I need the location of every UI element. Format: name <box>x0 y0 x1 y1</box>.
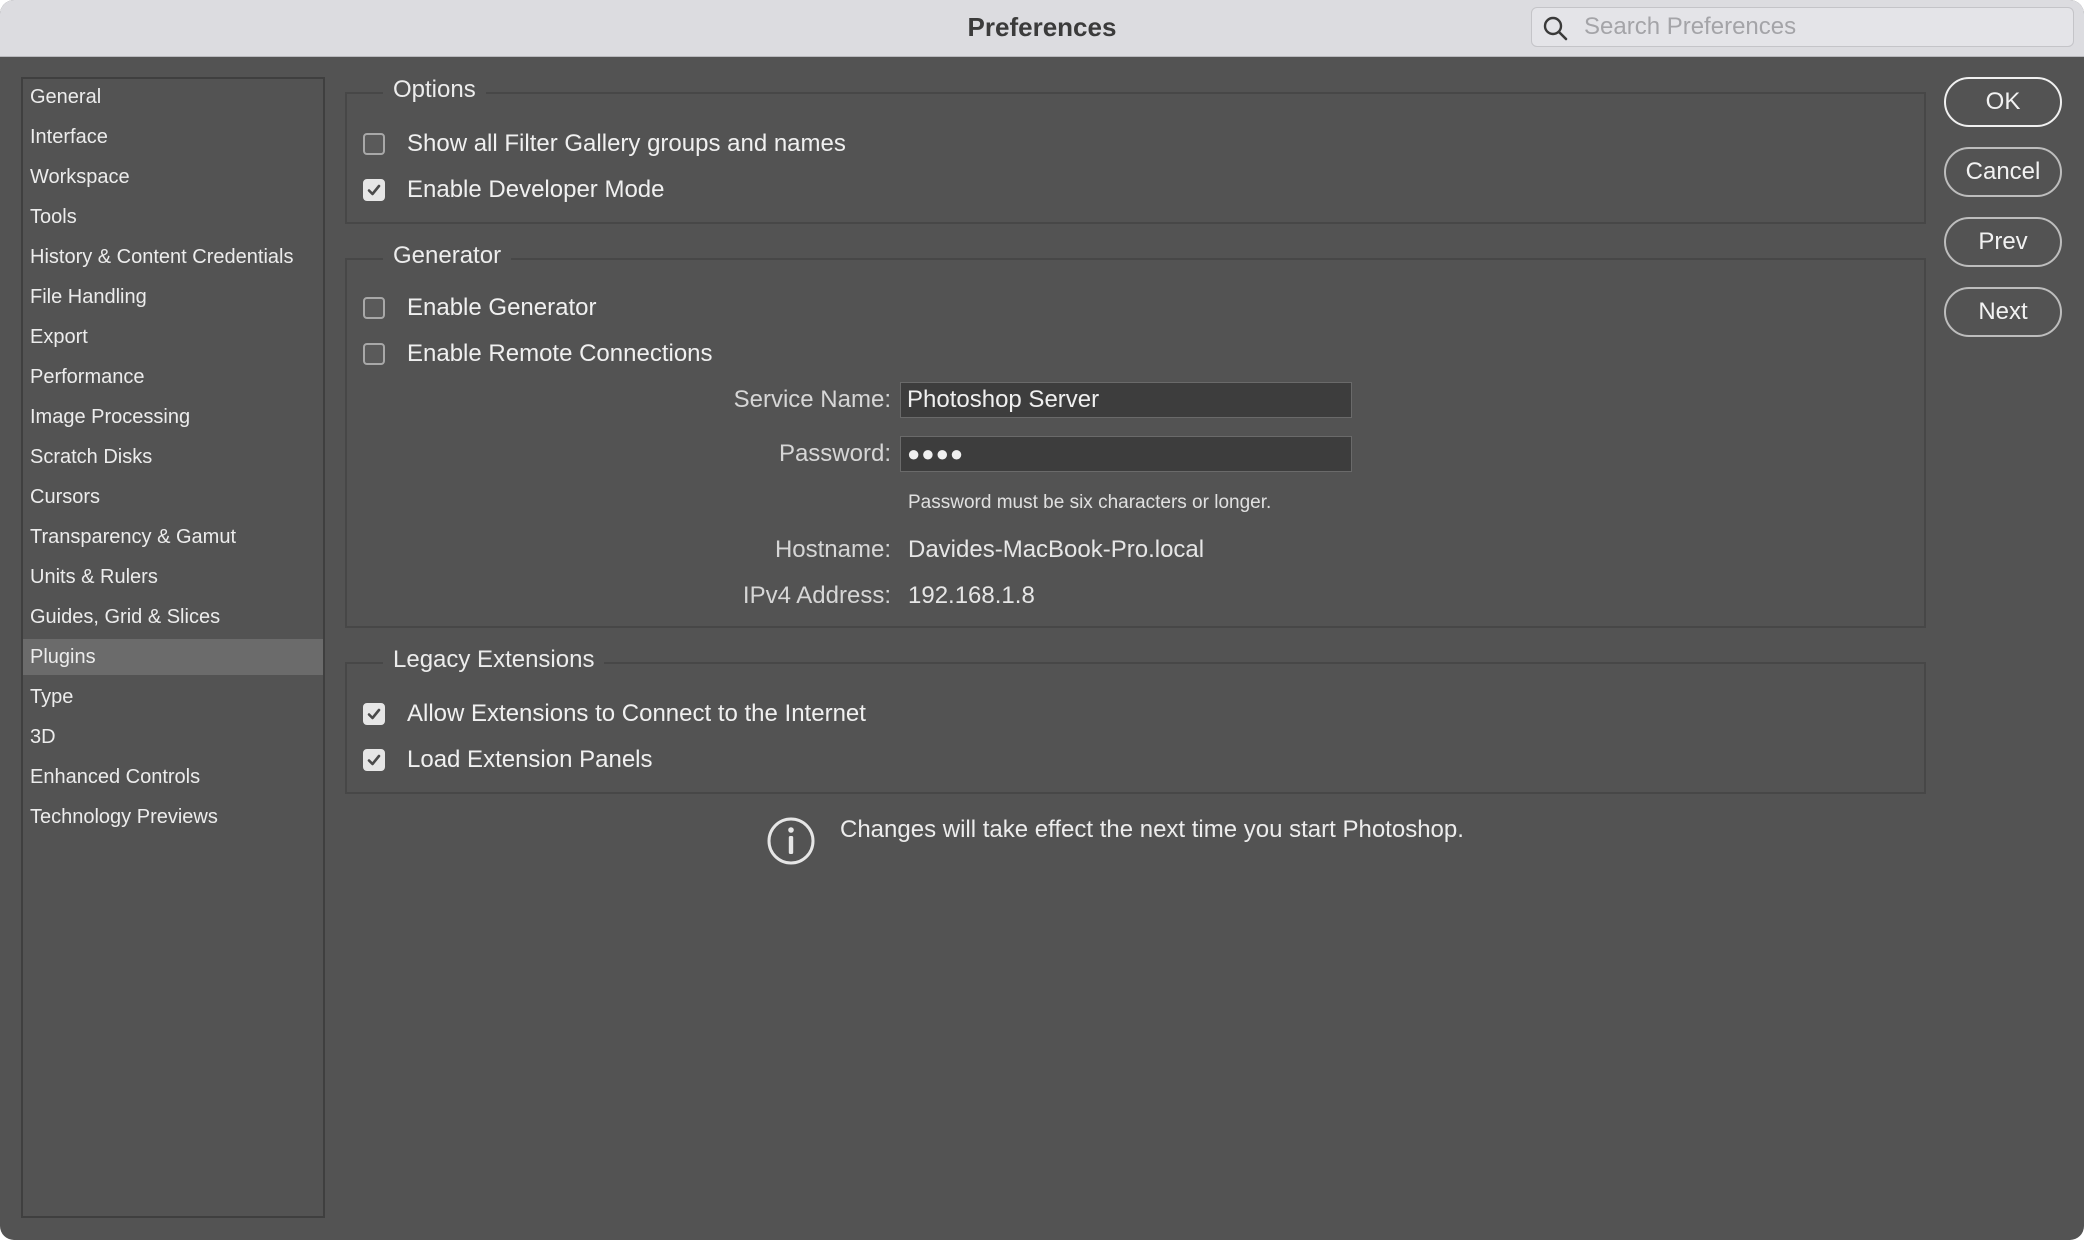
checkmark-icon <box>367 754 381 766</box>
sidebar-item-interface[interactable]: Interface <box>23 119 323 155</box>
checkmark-icon <box>367 708 381 720</box>
search-box[interactable] <box>1531 7 2074 47</box>
show-filter-gallery-label: Show all Filter Gallery groups and names <box>407 130 846 157</box>
search-icon <box>1543 16 1568 41</box>
info-icon <box>767 817 815 865</box>
show-filter-gallery-checkbox[interactable] <box>363 133 385 155</box>
legacy-extensions-group-title: Legacy Extensions <box>383 645 605 675</box>
password-label: Password: <box>778 440 891 467</box>
developer-mode-label: Enable Developer Mode <box>407 176 665 203</box>
sidebar-item-scratch-disks[interactable]: Scratch Disks <box>23 439 323 475</box>
sidebar-item-image-processing[interactable]: Image Processing <box>23 399 323 435</box>
enable-generator-checkbox-row[interactable]: Enable Generator <box>363 292 596 324</box>
hostname-value: Davides-MacBook-Pro.local <box>908 536 1205 563</box>
enable-generator-checkbox[interactable] <box>363 297 385 319</box>
allow-internet-checkbox[interactable] <box>363 703 385 725</box>
checkmark-icon <box>367 184 381 196</box>
developer-mode-checkbox-row[interactable]: Enable Developer Mode <box>363 174 665 206</box>
legacy-extensions-group: Legacy Extensions Allow Extensions to Co… <box>345 645 1926 794</box>
sidebar-item-transparency-gamut[interactable]: Transparency & Gamut <box>23 519 323 555</box>
sidebar-item-cursors[interactable]: Cursors <box>23 479 323 515</box>
ipv4-value: 192.168.1.8 <box>908 582 1035 609</box>
generator-group-title: Generator <box>383 241 512 271</box>
remote-connections-checkbox[interactable] <box>363 343 385 365</box>
sidebar-item-tools[interactable]: Tools <box>23 199 323 235</box>
load-panels-label: Load Extension Panels <box>407 746 653 773</box>
load-panels-checkbox-row[interactable]: Load Extension Panels <box>363 744 653 776</box>
sidebar-item-workspace[interactable]: Workspace <box>23 159 323 195</box>
preferences-window: Preferences General Interface Workspace … <box>0 0 2084 1240</box>
developer-mode-checkbox[interactable] <box>363 179 385 201</box>
prev-button[interactable]: Prev <box>1944 217 2062 267</box>
sidebar-item-type[interactable]: Type <box>23 679 323 715</box>
sidebar-item-plugins[interactable]: Plugins <box>23 639 323 675</box>
options-group: Options Show all Filter Gallery groups a… <box>345 75 1926 224</box>
restart-notice-text: Changes will take effect the next time y… <box>840 816 1464 843</box>
sidebar-item-guides-grid-slices[interactable]: Guides, Grid & Slices <box>23 599 323 635</box>
sidebar-item-general[interactable]: General <box>23 79 323 115</box>
show-filter-gallery-checkbox-row[interactable]: Show all Filter Gallery groups and names <box>363 128 846 160</box>
preferences-sidebar: General Interface Workspace Tools Histor… <box>21 77 325 1218</box>
load-panels-checkbox[interactable] <box>363 749 385 771</box>
sidebar-item-performance[interactable]: Performance <box>23 359 323 395</box>
sidebar-item-file-handling[interactable]: File Handling <box>23 279 323 315</box>
search-input[interactable] <box>1584 8 2064 46</box>
password-hint: Password must be six characters or longe… <box>908 492 1272 513</box>
generator-group: Generator Enable Generator Enable Remote… <box>345 241 1926 628</box>
cancel-button[interactable]: Cancel <box>1944 147 2062 197</box>
remote-connections-label: Enable Remote Connections <box>407 340 713 367</box>
service-name-label: Service Name: <box>733 386 891 413</box>
sidebar-item-history-content-credentials[interactable]: History & Content Credentials <box>23 239 323 275</box>
next-button[interactable]: Next <box>1944 287 2062 337</box>
hostname-label: Hostname: <box>774 536 891 563</box>
allow-internet-checkbox-row[interactable]: Allow Extensions to Connect to the Inter… <box>363 698 866 730</box>
password-input[interactable]: ●●●● <box>900 436 1352 472</box>
sidebar-item-export[interactable]: Export <box>23 319 323 355</box>
allow-internet-label: Allow Extensions to Connect to the Inter… <box>407 700 866 727</box>
sidebar-item-units-rulers[interactable]: Units & Rulers <box>23 559 323 595</box>
service-name-input[interactable] <box>900 382 1352 418</box>
sidebar-item-enhanced-controls[interactable]: Enhanced Controls <box>23 759 323 795</box>
sidebar-item-technology-previews[interactable]: Technology Previews <box>23 799 323 835</box>
title-bar: Preferences <box>0 0 2084 57</box>
ok-button[interactable]: OK <box>1944 77 2062 127</box>
ipv4-label: IPv4 Address: <box>742 582 891 609</box>
remote-connections-checkbox-row[interactable]: Enable Remote Connections <box>363 338 713 370</box>
sidebar-item-3d[interactable]: 3D <box>23 719 323 755</box>
enable-generator-label: Enable Generator <box>407 294 597 321</box>
options-group-title: Options <box>383 75 486 105</box>
